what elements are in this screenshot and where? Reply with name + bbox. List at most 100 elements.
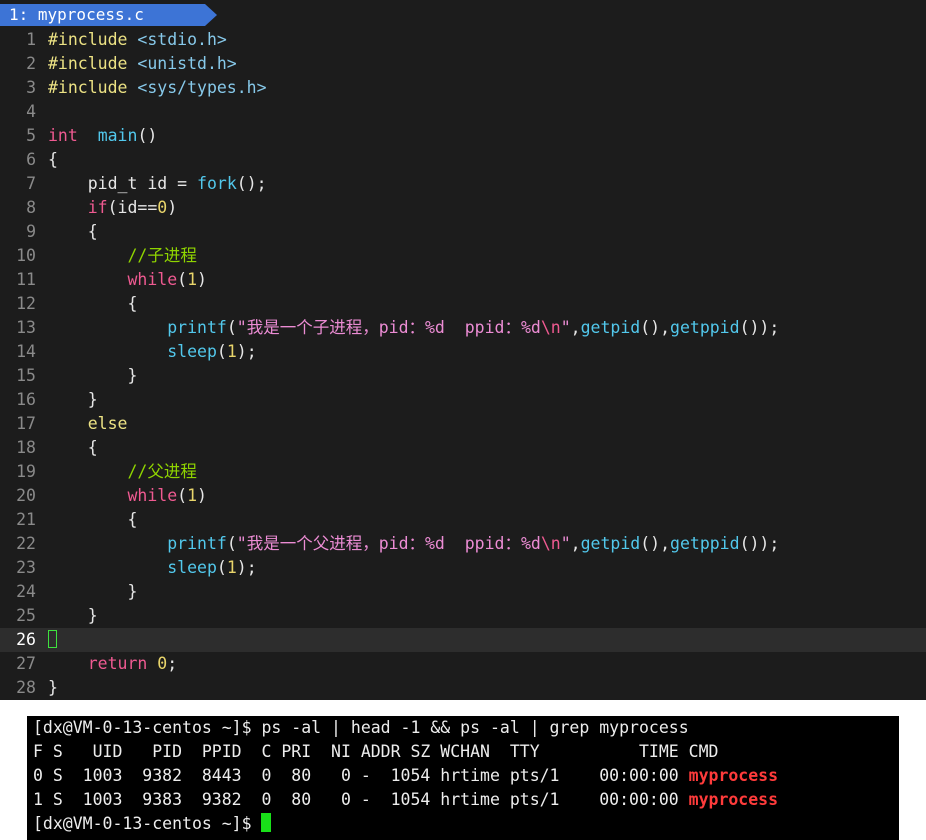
code-token: "我是一个子进程，pid：%d ppid：%d (236, 318, 541, 337)
code-token: fork (197, 174, 237, 193)
line-number: 21 (16, 510, 36, 529)
ps-process-row: 0 S 1003 9382 8443 0 80 0 - 1054 hrtime … (33, 764, 778, 788)
code-line[interactable]: 6{ (0, 148, 926, 172)
code-token: ( (216, 558, 227, 577)
code-line[interactable]: 5 int main() (0, 124, 926, 148)
code-token: #include (48, 54, 138, 73)
code-token: (), (640, 534, 671, 553)
code-token: ); (236, 558, 257, 577)
code-token: while (127, 270, 178, 289)
line-number: 7 (26, 174, 36, 193)
code-text: printf("我是一个子进程，pid：%d ppid：%d\n",getpid… (48, 316, 779, 340)
code-token: { (48, 222, 98, 241)
line-number: 10 (16, 246, 36, 265)
code-line[interactable]: 17 else (0, 412, 926, 436)
code-token: " (560, 534, 571, 553)
code-text: } (48, 676, 58, 700)
code-token: ; (167, 654, 178, 673)
terminal-panel[interactable]: [dx@VM-0-13-centos ~]$ ps -al | head -1 … (27, 716, 899, 840)
code-token: printf (167, 318, 227, 337)
code-line[interactable]: 27 return 0; (0, 652, 926, 676)
code-token: ( (226, 534, 237, 553)
code-line[interactable]: 22 printf("我是一个父进程，pid：%d ppid：%d\n",get… (0, 532, 926, 556)
code-text: } (48, 604, 98, 628)
code-line[interactable]: 2 #include <unistd.h> (0, 52, 926, 76)
code-token: "我是一个父进程，pid：%d ppid：%d (236, 534, 541, 553)
terminal-prompt-line[interactable]: [dx@VM-0-13-centos ~]$ (33, 812, 272, 836)
code-line[interactable]: 7 pid_t id = fork(); (0, 172, 926, 196)
code-line[interactable]: 19 //父进程 (0, 460, 926, 484)
line-number: 22 (16, 534, 36, 553)
code-token: \n (540, 318, 561, 337)
code-text: sleep(1); (48, 340, 256, 364)
code-text: else (48, 412, 128, 436)
code-token: { (48, 510, 138, 529)
code-line[interactable]: 14 sleep(1); (0, 340, 926, 364)
code-line[interactable]: 8 if(id==0) (0, 196, 926, 220)
code-line[interactable]: 25 } (0, 604, 926, 628)
tab-myprocess-c[interactable]: 1: myprocess.c (0, 4, 217, 26)
code-token: getppid (670, 534, 740, 553)
code-line[interactable]: 3 #include <sys/types.h> (0, 76, 926, 100)
code-token: return (87, 654, 148, 673)
code-text: printf("我是一个父进程，pid：%d ppid：%d\n",getpid… (48, 532, 779, 556)
code-token: 0 (147, 654, 168, 673)
code-token: } (48, 678, 58, 697)
code-token: <stdio.h> (137, 30, 227, 49)
code-line[interactable]: 20 while(1) (0, 484, 926, 508)
code-line[interactable]: 23 sleep(1); (0, 556, 926, 580)
code-text: { (48, 508, 137, 532)
code-token: ( (177, 486, 188, 505)
code-line[interactable]: 9 { (0, 220, 926, 244)
line-number: 19 (16, 462, 36, 481)
line-number: 18 (16, 438, 36, 457)
code-line[interactable]: 15 } (0, 364, 926, 388)
code-token: if (87, 198, 108, 217)
code-token: (), (640, 318, 671, 337)
code-token: } (48, 366, 138, 385)
terminal-command-line: [dx@VM-0-13-centos ~]$ ps -al | head -1 … (33, 718, 689, 737)
code-token: //父进程 (127, 462, 197, 481)
ps-row-cmd: myprocess (688, 790, 779, 809)
code-line[interactable]: 12 { (0, 292, 926, 316)
code-line[interactable]: 11 while(1) (0, 268, 926, 292)
code-text: } (48, 364, 137, 388)
code-token: main (97, 126, 138, 145)
code-line[interactable]: 28} (0, 676, 926, 700)
code-line[interactable]: 18 { (0, 436, 926, 460)
line-number: 5 (26, 126, 36, 145)
code-text: { (48, 436, 98, 460)
line-number: 4 (26, 102, 36, 121)
code-line[interactable]: 24 } (0, 580, 926, 604)
code-token: ( (216, 342, 227, 361)
code-text: #include <stdio.h> (48, 28, 227, 52)
code-text: { (48, 220, 98, 244)
line-number: 23 (16, 558, 36, 577)
code-token: pid_t id = (48, 174, 198, 193)
code-line[interactable]: 16 } (0, 388, 926, 412)
line-number: 2 (26, 54, 36, 73)
line-number: 25 (16, 606, 36, 625)
vim-editor[interactable]: 1: myprocess.c 1 #include <stdio.h> 2 #incl… (0, 0, 926, 700)
code-line[interactable]: 4 (0, 100, 926, 124)
code-line[interactable]: 13 printf("我是一个子进程，pid：%d ppid：%d\n",get… (0, 316, 926, 340)
code-line[interactable]: 1 #include <stdio.h> (0, 28, 926, 52)
ps-row-fields: 0 S 1003 9382 8443 0 80 0 - 1054 hrtime … (33, 766, 689, 785)
line-number: 16 (16, 390, 36, 409)
code-line[interactable]: 26 (0, 628, 926, 652)
code-line[interactable]: 21 { (0, 508, 926, 532)
code-line[interactable]: 10 //子进程 (0, 244, 926, 268)
code-token: { (48, 150, 58, 169)
code-token: #include (48, 30, 138, 49)
code-token: () (137, 126, 158, 145)
line-number: 6 (26, 150, 36, 169)
code-token: ()); (739, 534, 780, 553)
code-text: #include <sys/types.h> (48, 76, 267, 100)
